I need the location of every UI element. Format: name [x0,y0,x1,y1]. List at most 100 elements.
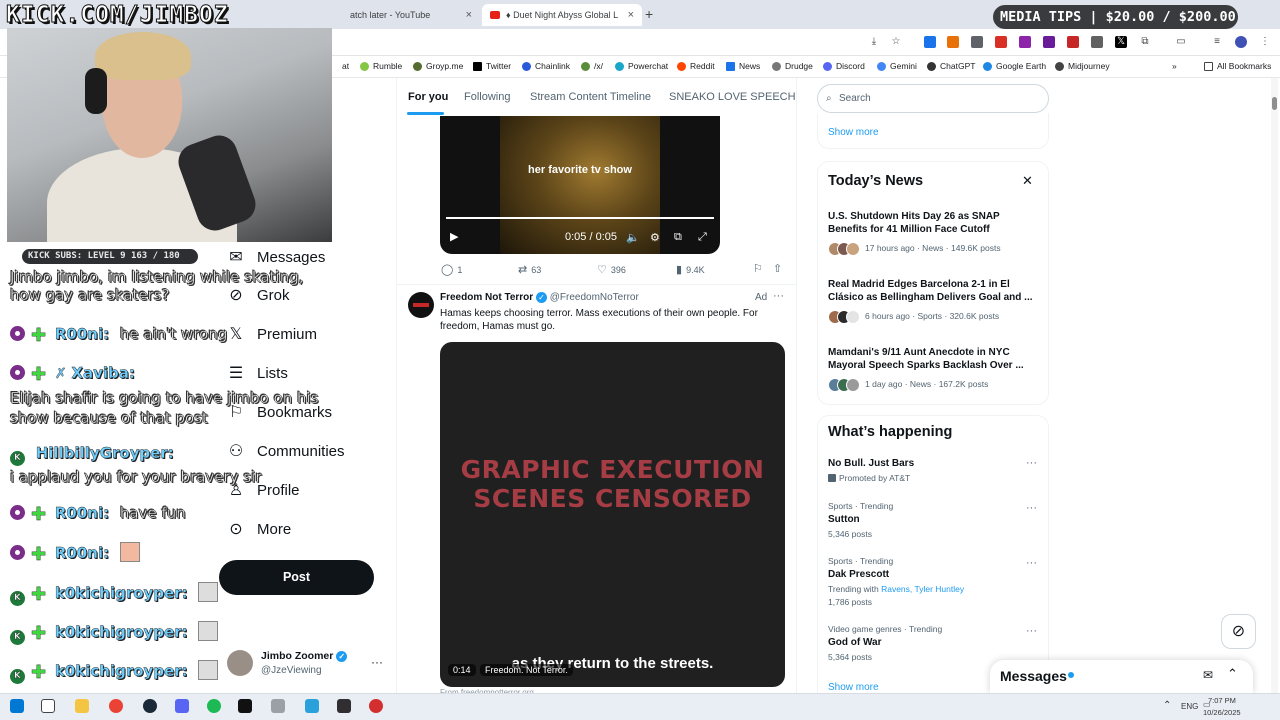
trend-name[interactable]: Sutton [828,514,860,525]
extension-icon[interactable] [1019,36,1031,48]
bookmark-reddit[interactable]: Reddit [677,61,715,71]
volume-icon[interactable]: 🔈 [626,231,640,244]
nav-messages[interactable]: ✉ Messages [227,247,325,267]
clock-date[interactable]: 10/26/2025 [1203,708,1241,717]
tab-duet-night-abyss[interactable]: ♦ Duet Night Abyss Global La × [482,4,642,26]
messages-drawer[interactable]: Messages ✉ ⌃ [990,660,1253,693]
reply-button[interactable]: ◯ 1 [441,263,462,276]
trend-name[interactable]: Dak Prescott [828,569,889,580]
more-icon[interactable]: ··· [1026,502,1037,514]
x-icon[interactable]: 𝕏 [1115,36,1127,48]
fullscreen-icon[interactable]: ⤢ [698,231,707,244]
new-tab-button[interactable]: + [645,6,653,22]
extension-icon[interactable] [1043,36,1055,48]
bookmark-discord[interactable]: Discord [823,61,865,71]
extension-icon[interactable] [924,36,936,48]
tweet-author[interactable]: Freedom Not Terror ✓ @FreedomNoTerror [440,292,639,303]
scrollbar[interactable] [1271,78,1278,693]
bookmark-partial[interactable]: at [342,61,349,71]
more-icon[interactable]: ··· [371,655,383,669]
bookmark-twitter[interactable]: Twitter [473,61,511,71]
scrollbar-thumb[interactable] [1272,97,1277,110]
show-more-link[interactable]: Show more [828,682,879,693]
avatar[interactable] [408,292,434,318]
bookmark-midjourney[interactable]: Midjourney [1055,61,1110,71]
menu-icon[interactable]: ⋮ [1259,36,1271,48]
bookmark-chainlink[interactable]: Chainlink [522,61,570,71]
trend-related-links[interactable]: Ravens, Tyler Huntley [881,584,964,594]
bookmark-gemini[interactable]: Gemini [877,61,917,71]
steam-icon[interactable] [143,699,157,713]
more-icon[interactable]: ··· [1026,625,1037,637]
play-icon[interactable]: ▶ [450,230,458,243]
all-bookmarks[interactable]: All Bookmarks [1204,61,1271,71]
pip-icon[interactable]: ⧉ [674,231,682,244]
bookmark-news[interactable]: News [726,61,760,71]
extension-icon[interactable] [1091,36,1103,48]
bookmark-x[interactable]: /x/ [581,61,603,71]
more-icon[interactable]: ··· [773,290,784,302]
progress-track[interactable] [446,217,714,219]
downloads-icon[interactable]: ≡ [1211,36,1223,48]
extension-icon[interactable] [971,36,983,48]
nav-lists[interactable]: ☰ Lists [227,363,288,383]
puzzle-icon[interactable]: ⧉ [1139,36,1151,48]
news-headline[interactable]: Real Madrid Edges Barcelona 2-1 in El Cl… [828,278,1038,304]
more-icon[interactable]: ··· [1026,457,1037,469]
bookmark-powerchat[interactable]: Powerchat [615,61,668,71]
search-input[interactable]: ⌕ Search [817,84,1049,113]
views-button[interactable]: ▮ 9.4K [676,263,705,276]
grok-button[interactable]: ⊘ [1221,614,1256,649]
tab-following[interactable]: Following [464,91,510,103]
spotify-icon[interactable] [207,699,221,713]
settings-icon[interactable]: ⚙ [650,231,660,244]
bookmark-groyp[interactable]: Groyp.me [413,61,463,71]
clock-time[interactable]: 7:07 PM [1208,696,1236,705]
show-more-link[interactable]: Show more [828,127,879,138]
chevron-up-icon[interactable]: ⌃ [1163,700,1171,711]
bookmark-rumble[interactable]: Rumble [360,61,402,71]
share-button[interactable]: ⇧ [773,262,786,275]
app-icon[interactable] [271,699,285,713]
profile-icon[interactable] [1235,36,1247,48]
file-explorer-icon[interactable] [75,699,89,713]
terminal-icon[interactable] [238,699,252,713]
repost-button[interactable]: ⇄ 63 [518,263,541,276]
chevron-right-icon[interactable]: » [1172,61,1177,71]
news-headline[interactable]: U.S. Shutdown Hits Day 26 as SNAP Benefi… [828,210,1038,236]
chevron-up-icon[interactable]: ⌃ [1227,666,1238,682]
nav-premium[interactable]: 𝕏 Premium [227,324,317,344]
more-icon[interactable]: ··· [1026,557,1037,569]
obs-icon[interactable] [337,699,351,713]
bookmark-button[interactable]: ⚐ [753,262,767,275]
trend-name[interactable]: God of War [828,637,882,648]
sidebar-icon[interactable]: ▭ [1175,36,1187,48]
extension-icon[interactable] [995,36,1007,48]
telegram-icon[interactable] [305,699,319,713]
install-icon[interactable]: ⤓ [868,36,880,48]
app-icon[interactable] [369,699,383,713]
bookmark-chatgpt[interactable]: ChatGPT [927,61,975,71]
like-button[interactable]: ♡ 396 [597,263,626,276]
close-icon[interactable]: ✕ [1022,173,1033,189]
account-switcher[interactable]: Jimbo Zoomer ✓ [261,650,348,662]
bookmark-google-earth[interactable]: Google Earth [983,61,1046,71]
trend-name[interactable]: No Bull. Just Bars [828,458,914,469]
close-icon[interactable]: × [628,9,634,21]
tab-youtube-watch-later[interactable]: atch later - YouTube × [342,4,480,26]
nav-more[interactable]: ⊙ More [227,519,291,539]
windows-start-icon[interactable] [10,699,24,713]
post-button[interactable]: Post [219,560,374,595]
tab-for-you[interactable]: For you [408,91,448,103]
extension-icon[interactable] [947,36,959,48]
avatar[interactable] [227,650,253,676]
tab-sneako-love-speech[interactable]: SNEAKO LOVE SPEECH [669,91,796,103]
news-headline[interactable]: Mamdani's 9/11 Aunt Anecdote in NYC Mayo… [828,346,1038,372]
star-icon[interactable]: ☆ [890,36,902,48]
tab-stream-content-timeline[interactable]: Stream Content Timeline [530,91,651,103]
chrome-icon[interactable] [109,699,123,713]
extension-icon[interactable] [1067,36,1079,48]
compose-message-icon[interactable]: ✉ [1203,668,1213,682]
discord-icon[interactable] [175,699,189,713]
close-icon[interactable]: × [466,9,472,21]
